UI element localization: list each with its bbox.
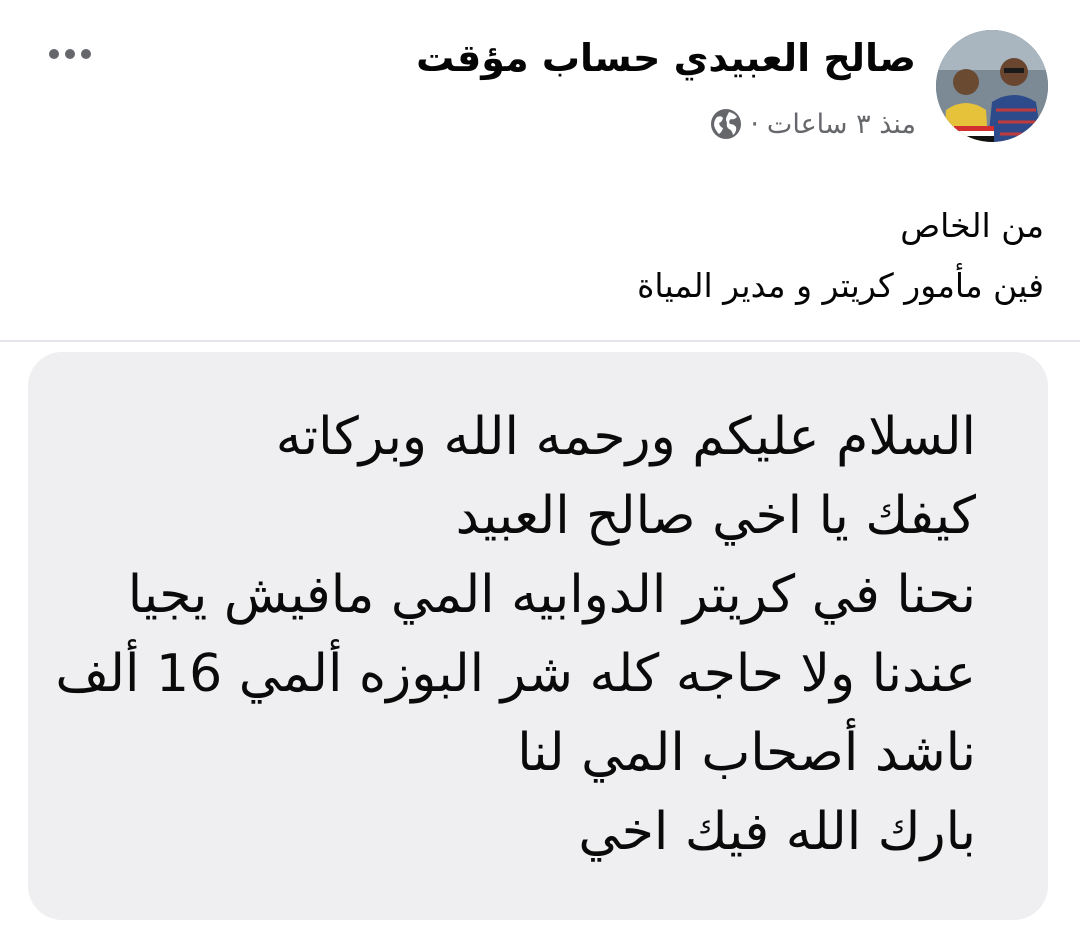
more-options-button[interactable] — [38, 36, 102, 72]
post-timestamp[interactable]: منذ ٣ ساعات — [767, 109, 916, 140]
more-dot — [81, 49, 91, 59]
message-line: عندنا ولا حاجه كله شر البوزه ألمي 16 ألف — [55, 644, 976, 704]
post-text: من الخاص فين مأمور كريتر و مدير المياة — [44, 196, 1044, 316]
globe-icon[interactable] — [710, 108, 742, 140]
message-text: السلام عليكم ورحمه الله وبركاته كيفك يا … — [16, 398, 976, 872]
post-text-line: من الخاص — [900, 206, 1044, 245]
avatar-photo — [936, 30, 1048, 142]
post-meta: منذ ٣ ساعات · — [710, 108, 916, 140]
post-text-line: فين مأمور كريتر و مدير المياة — [637, 266, 1044, 305]
more-dot — [65, 49, 75, 59]
message-line: نحنا في كريتر الدوابيه المي مافيش يجيا — [127, 565, 976, 625]
author-name[interactable]: صالح العبيدي حساب مؤقت — [416, 36, 916, 80]
meta-separator: · — [750, 108, 759, 140]
message-line: ناشد أصحاب المي لنا — [517, 723, 976, 783]
message-line: السلام عليكم ورحمه الله وبركاته — [275, 407, 976, 467]
post-image[interactable]: السلام عليكم ورحمه الله وبركاته كيفك يا … — [0, 342, 1080, 942]
message-line: كيفك يا اخي صالح العبيد — [455, 486, 976, 546]
message-line: بارك الله فيك اخي — [578, 802, 976, 862]
author-avatar[interactable] — [936, 30, 1048, 142]
facebook-post: صالح العبيدي حساب مؤقت منذ ٣ ساعات · من … — [0, 0, 1080, 942]
message-bubble: السلام عليكم ورحمه الله وبركاته كيفك يا … — [28, 352, 1048, 920]
more-dot — [49, 49, 59, 59]
